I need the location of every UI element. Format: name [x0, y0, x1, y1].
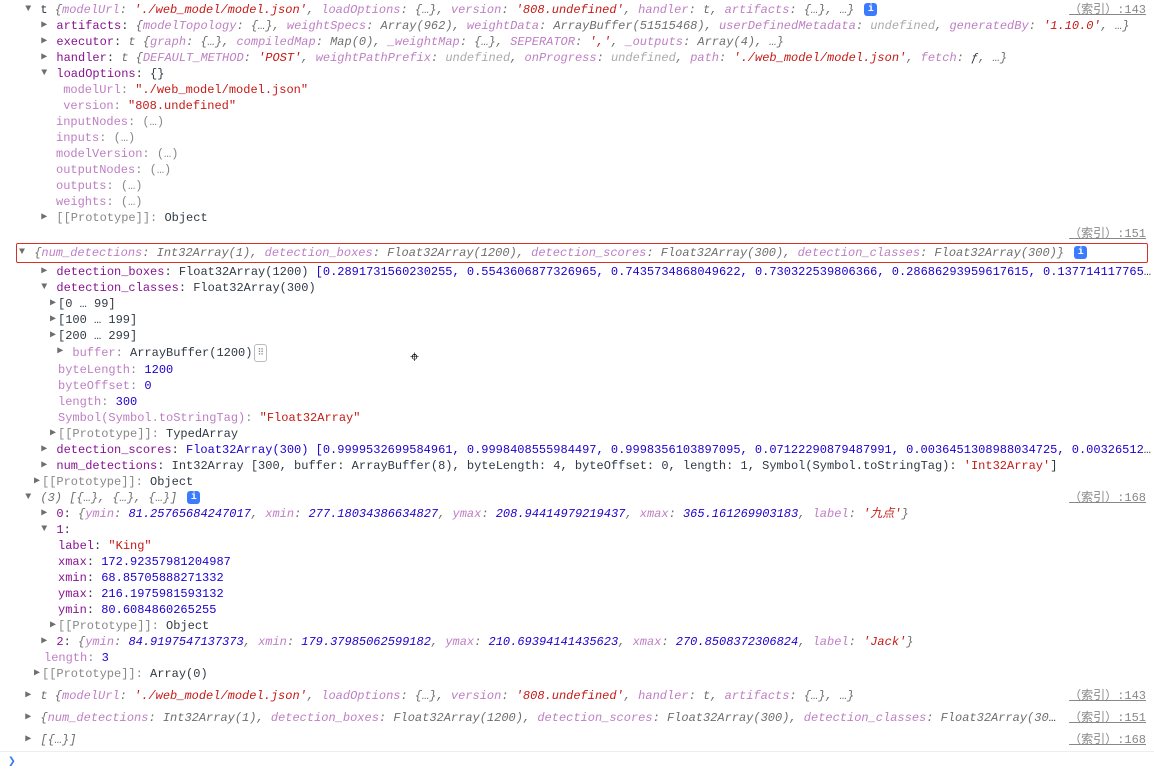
console-row[interactable]: ▶ buffer: ArrayBuffer(1200)⠿: [0, 344, 1154, 362]
console-row[interactable]: ▶[[Prototype]]: Array(0): [0, 666, 1154, 682]
console-row[interactable]: ▶ detection_scores: Float32Array(300) [0…: [0, 442, 1154, 458]
console-row[interactable]: ▼ (3) [{…}, {…}, {…}] i （索引）:168: [0, 490, 1154, 506]
console-row[interactable]: ▶ handler: t {DEFAULT_METHOD: 'POST', we…: [0, 50, 1154, 66]
source-link[interactable]: （索引）:143: [1061, 688, 1154, 704]
console-row: inputs: (…): [0, 130, 1154, 146]
console-row[interactable]: ▶ num_detections: Int32Array [300, buffe…: [0, 458, 1154, 474]
disclosure-right-icon[interactable]: ▶: [48, 426, 58, 442]
disclosure-right-icon[interactable]: ▶: [23, 732, 33, 748]
console-row[interactable]: ▶[200 … 299]: [0, 328, 1154, 344]
source-link[interactable]: （索引）:168: [1061, 490, 1154, 506]
info-icon[interactable]: i: [187, 491, 200, 504]
console-row[interactable]: ▶ executor: t {graph: {…}, compiledMap: …: [0, 34, 1154, 50]
console-row[interactable]: ▶[0 … 99]: [0, 296, 1154, 312]
disclosure-right-icon[interactable]: ▶: [32, 666, 42, 682]
console-row[interactable]: ▶ 0: {ymin: 81.25765684247017, xmin: 277…: [0, 506, 1154, 522]
disclosure-right-icon[interactable]: ▶: [39, 34, 49, 50]
disclosure-right-icon[interactable]: ▶: [39, 634, 49, 650]
console-row: version: "808.undefined": [0, 98, 1154, 114]
console-row: Symbol(Symbol.toStringTag): "Float32Arra…: [0, 410, 1154, 426]
console-row[interactable]: ▶[[Prototype]]: TypedArray: [0, 426, 1154, 442]
info-icon[interactable]: i: [864, 3, 877, 16]
disclosure-down-icon[interactable]: ▼: [23, 490, 33, 506]
highlighted-object: ▼ {num_detections: Int32Array(1), detect…: [16, 243, 1148, 263]
disclosure-right-icon[interactable]: ▶: [39, 50, 49, 66]
disclosure-right-icon[interactable]: ▶: [23, 710, 33, 726]
console-row[interactable]: ▶ {num_detections: Int32Array(1), detect…: [0, 710, 1154, 726]
console-row: inputNodes: (…): [0, 114, 1154, 130]
console-row: ymin: 80.6084860265255: [0, 602, 1154, 618]
console-row: byteLength: 1200: [0, 362, 1154, 378]
console-row: modelUrl: "./web_model/model.json": [0, 82, 1154, 98]
console-row[interactable]: ▼ {num_detections: Int32Array(1), detect…: [17, 245, 1147, 261]
console-row: xmax: 172.92357981204987: [0, 554, 1154, 570]
disclosure-down-icon[interactable]: ▼: [23, 2, 33, 18]
console-row[interactable]: ▶ artifacts: {modelTopology: {…}, weight…: [0, 18, 1154, 34]
disclosure-right-icon[interactable]: ▶: [55, 344, 65, 360]
disclosure-down-icon[interactable]: ▼: [17, 245, 27, 261]
console-row: length: 3: [0, 650, 1154, 666]
console-row[interactable]: ▶ [[Prototype]]: Object: [0, 210, 1154, 226]
disclosure-right-icon[interactable]: ▶: [39, 506, 49, 522]
console-row[interactable]: ▶ 2: {ymin: 84.9197547137373, xmin: 179.…: [0, 634, 1154, 650]
console-row[interactable]: ▼ 1:: [0, 522, 1154, 538]
console-row[interactable]: ▶ t {modelUrl: './web_model/model.json',…: [0, 688, 1154, 704]
disclosure-right-icon[interactable]: ▶: [48, 312, 58, 328]
console-row: modelVersion: (…): [0, 146, 1154, 162]
disclosure-right-icon[interactable]: ▶: [48, 328, 58, 344]
source-link[interactable]: （索引）:151: [1061, 226, 1154, 242]
disclosure-right-icon[interactable]: ▶: [39, 442, 49, 458]
console-row[interactable]: ▶[[Prototype]]: Object: [0, 618, 1154, 634]
source-link[interactable]: （索引）:143: [1061, 2, 1154, 18]
disclosure-right-icon[interactable]: ▶: [39, 18, 49, 34]
console-row[interactable]: ▶[100 … 199]: [0, 312, 1154, 328]
console-row: byteOffset: 0: [0, 378, 1154, 394]
console-row: ymax: 216.1975981593132: [0, 586, 1154, 602]
disclosure-down-icon[interactable]: ▼: [39, 522, 49, 538]
console-row[interactable]: ▼ t {modelUrl: './web_model/model.json',…: [0, 2, 1154, 18]
console-row[interactable]: ▶ [{…}] （索引）:168: [0, 732, 1154, 748]
disclosure-right-icon[interactable]: ▶: [48, 618, 58, 634]
console-row: length: 300: [0, 394, 1154, 410]
console-row[interactable]: ▶ detection_boxes: Float32Array(1200) [0…: [0, 264, 1154, 280]
source-link[interactable]: （索引）:151: [1061, 710, 1154, 726]
disclosure-right-icon[interactable]: ▶: [48, 296, 58, 312]
console-row: weights: (…): [0, 194, 1154, 210]
console-row: outputs: (…): [0, 178, 1154, 194]
console-row: label: "King": [0, 538, 1154, 554]
console-row: outputNodes: (…): [0, 162, 1154, 178]
disclosure-right-icon[interactable]: ▶: [39, 210, 49, 226]
console-row: （索引）:151: [0, 226, 1154, 242]
disclosure-right-icon[interactable]: ▶: [23, 688, 33, 704]
prompt-icon: ❯: [8, 754, 16, 769]
disclosure-down-icon[interactable]: ▼: [39, 66, 49, 82]
console-row[interactable]: ▼ loadOptions: {}: [0, 66, 1154, 82]
console-row[interactable]: ▶[[Prototype]]: Object: [0, 474, 1154, 490]
disclosure-right-icon[interactable]: ▶: [32, 474, 42, 490]
console-row[interactable]: ▼ detection_classes: Float32Array(300): [0, 280, 1154, 296]
disclosure-down-icon[interactable]: ▼: [39, 280, 49, 296]
console-prompt[interactable]: ❯: [0, 751, 1154, 772]
disclosure-right-icon[interactable]: ▶: [39, 264, 49, 280]
source-link[interactable]: （索引）:168: [1061, 732, 1154, 748]
memory-icon[interactable]: ⠿: [254, 344, 267, 362]
info-icon[interactable]: i: [1074, 246, 1087, 259]
console-row: xmin: 68.85705888271332: [0, 570, 1154, 586]
disclosure-right-icon[interactable]: ▶: [39, 458, 49, 474]
